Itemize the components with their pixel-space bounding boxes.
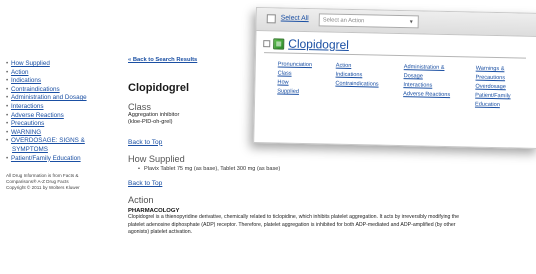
- left-navigation: • How Supplied • Action • Indications • Con…: [6, 60, 118, 191]
- link-column: Warnings & Precautions Overdosage Patient/F…: [475, 65, 511, 111]
- section-link[interactable]: Education: [475, 101, 511, 111]
- nav-item[interactable]: • OVERDOSAGE: SIGNS &: [6, 137, 118, 146]
- nav-item[interactable]: • Administration and Dosage: [6, 94, 118, 103]
- drug-title-link[interactable]: Clopidogrel: [288, 37, 349, 52]
- zoomed-drug-panel: Select All Select an Action ▼ Clopidogre…: [253, 7, 536, 149]
- section-links: Pronunciation Class How Supplied Action Indi…: [277, 60, 534, 108]
- bullet-icon: •: [6, 128, 10, 136]
- nav-item[interactable]: • Interactions: [6, 103, 118, 112]
- bullet-icon: •: [6, 137, 10, 145]
- action-dropdown[interactable]: Select an Action ▼: [318, 13, 419, 29]
- link-column: Pronunciation Class How Supplied: [277, 60, 312, 97]
- section-link[interactable]: Adverse Reactions: [403, 90, 450, 100]
- nav-item-label: WARNING: [10, 128, 42, 136]
- nav-item[interactable]: • WARNING: [6, 129, 118, 138]
- nav-item-label: Indications: [10, 77, 42, 85]
- copyright-note: All Drug Information is from Facts & Com…: [6, 173, 106, 191]
- list-item: Plavix Tablet 75 mg (as base), Tablet 30…: [138, 166, 528, 173]
- bullet-icon: •: [6, 111, 10, 119]
- back-to-top-link[interactable]: Back to Top: [128, 180, 528, 187]
- nav-list: • How Supplied • Action • Indications • Con…: [6, 60, 118, 163]
- link-column: Action Indications Contraindications: [335, 62, 379, 90]
- bullet-icon: •: [6, 85, 10, 93]
- nav-item[interactable]: • Action: [6, 69, 118, 78]
- note-line: Copyright © 2011 by Wolters Kluwer: [6, 185, 80, 191]
- drug-title-row: Clopidogrel: [263, 36, 349, 52]
- bullet-icon: •: [6, 94, 10, 102]
- action-dropdown-value: Select an Action: [322, 17, 365, 25]
- nav-item-label: Contraindications: [10, 85, 60, 93]
- how-supplied-heading: How Supplied: [128, 153, 185, 164]
- section-link[interactable]: Contraindications: [335, 80, 378, 90]
- bullet-icon: •: [6, 120, 10, 128]
- nav-item-label: Patient/Family Education: [10, 154, 81, 162]
- nav-item-label: Action: [10, 68, 29, 76]
- nav-item[interactable]: • How Supplied: [6, 60, 118, 69]
- nav-item-label: Interactions: [10, 102, 44, 110]
- nav-item[interactable]: • Contraindications: [6, 86, 118, 95]
- bullet-icon: •: [6, 77, 10, 85]
- nav-item[interactable]: • Precautions: [6, 120, 118, 129]
- section-link[interactable]: Supplied: [277, 88, 311, 98]
- nav-item-label: OVERDOSAGE: SIGNS &: [10, 137, 85, 145]
- select-all-link[interactable]: Select All: [281, 15, 309, 23]
- nav-item[interactable]: • Indications: [6, 77, 118, 86]
- action-heading: Action: [128, 195, 154, 206]
- nav-item[interactable]: • Adverse Reactions: [6, 112, 118, 121]
- chevron-down-icon: ▼: [408, 19, 414, 26]
- toolbar: Select All Select an Action ▼: [256, 8, 536, 37]
- divider: [264, 52, 526, 59]
- nav-item[interactable]: • Patient/Family Education: [6, 155, 118, 164]
- link-column: Administration & Dosage Interactions Advers…: [403, 63, 451, 100]
- supplied-list: Plavix Tablet 75 mg (as base), Tablet 30…: [128, 166, 528, 173]
- bullet-icon: •: [6, 68, 10, 76]
- nav-item[interactable]: SYMPTOMS: [6, 146, 118, 155]
- nav-item-label: SYMPTOMS: [12, 145, 48, 153]
- item-checkbox[interactable]: [263, 39, 271, 47]
- drug-monograph-icon: [273, 37, 285, 50]
- pharmacology-text: Clopidogrel is a thienopyridine derivati…: [128, 214, 460, 236]
- bullet-icon: •: [6, 60, 10, 67]
- bullet-icon: •: [6, 102, 10, 110]
- select-all-checkbox[interactable]: [266, 14, 276, 24]
- bullet-icon: •: [6, 154, 10, 162]
- nav-item-label: Precautions: [10, 120, 45, 128]
- nav-item-label: Administration and Dosage: [10, 94, 87, 102]
- nav-item-label: Adverse Reactions: [10, 111, 64, 119]
- nav-item-label: How Supplied: [10, 60, 50, 67]
